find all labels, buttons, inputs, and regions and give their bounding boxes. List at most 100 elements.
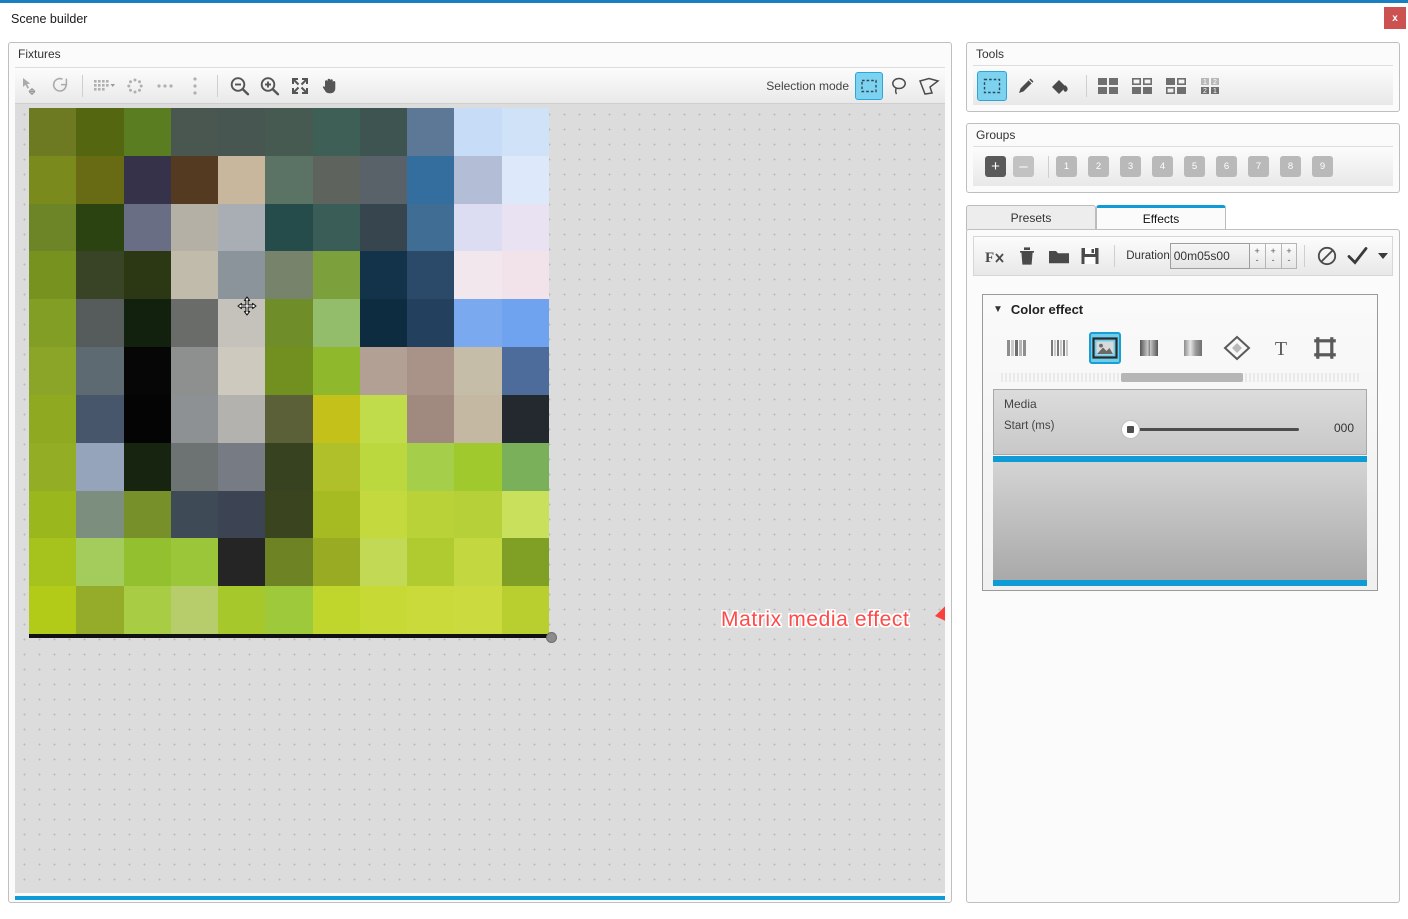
matrix-cell[interactable] — [359, 108, 408, 156]
delete-effect-icon[interactable] — [1012, 241, 1042, 271]
matrix-cell[interactable] — [123, 442, 171, 491]
matrix-cell[interactable] — [454, 586, 502, 634]
matrix-cell[interactable] — [359, 299, 408, 348]
effect-icons-scrollbar[interactable] — [1001, 373, 1361, 382]
matrix-cell[interactable] — [218, 251, 266, 300]
matrix-cell[interactable] — [265, 155, 313, 204]
matrix-cell[interactable] — [407, 299, 455, 348]
zoom-fit-icon[interactable] — [285, 70, 315, 101]
duration-seconds-spinner[interactable]: + - — [1265, 243, 1282, 269]
matrix-cell[interactable] — [123, 586, 171, 634]
text-effect-icon[interactable]: T — [1265, 332, 1297, 364]
matrix-cell[interactable] — [265, 442, 313, 491]
matrix-cell[interactable] — [501, 394, 549, 443]
matrix-cell[interactable] — [76, 538, 124, 587]
matrix-cell[interactable] — [218, 299, 266, 348]
matrix-cell[interactable] — [29, 490, 77, 539]
matrix-cell[interactable] — [359, 538, 408, 587]
matrix-cell[interactable] — [312, 490, 360, 539]
soft-bars-effect-icon[interactable] — [1133, 332, 1165, 364]
matrix-cell[interactable] — [123, 347, 171, 395]
group-button-8[interactable]: 8 — [1280, 156, 1301, 177]
duration-frames-spinner[interactable]: + - — [1281, 243, 1298, 269]
matrix-cell[interactable] — [218, 155, 266, 204]
matrix-cell[interactable] — [454, 490, 502, 539]
matrix-cell[interactable] — [359, 155, 408, 204]
matrix-cell[interactable] — [312, 394, 360, 443]
matrix-cell[interactable] — [170, 586, 219, 634]
matrix-cell[interactable] — [29, 586, 77, 634]
matrix-cell[interactable] — [76, 299, 124, 348]
matrix-cell[interactable] — [76, 490, 124, 539]
matrix-cell[interactable] — [170, 203, 219, 252]
gradient-bars-effect-icon[interactable] — [1001, 332, 1033, 364]
tab-presets[interactable]: Presets — [966, 205, 1096, 230]
matrix-cell[interactable] — [218, 490, 266, 539]
confirm-dropdown-caret[interactable] — [1376, 241, 1390, 271]
add-group-button[interactable]: + — [985, 156, 1006, 177]
matrix-cell-grid[interactable] — [29, 108, 549, 634]
matrix-cell[interactable] — [76, 203, 124, 252]
matrix-cell[interactable] — [218, 586, 266, 634]
matrix-cell[interactable] — [312, 538, 360, 587]
zoom-in-icon[interactable] — [255, 70, 285, 101]
matrix-cell[interactable] — [218, 203, 266, 252]
group-button-6[interactable]: 6 — [1216, 156, 1237, 177]
matrix-cell[interactable] — [218, 347, 266, 395]
matrix-cell[interactable] — [123, 155, 171, 204]
matrix-cell[interactable] — [29, 394, 77, 443]
matrix-cell[interactable] — [218, 108, 266, 156]
pattern-numbered-button[interactable]: 1 2 2 1 — [1196, 71, 1226, 101]
circle-layout-icon[interactable] — [120, 70, 150, 101]
pattern-all-filled-button[interactable] — [1094, 71, 1124, 101]
matrix-cell[interactable] — [123, 203, 171, 252]
matrix-cell[interactable] — [29, 203, 77, 252]
matrix-cell[interactable] — [218, 442, 266, 491]
matrix-cell[interactable] — [501, 490, 549, 539]
matrix-cell[interactable] — [407, 155, 455, 204]
matrix-cell[interactable] — [265, 251, 313, 300]
matrix-cell[interactable] — [312, 203, 360, 252]
matrix-cell[interactable] — [501, 538, 549, 587]
color-effect-header[interactable]: ▼ Color effect — [983, 295, 1377, 323]
open-folder-icon[interactable] — [1044, 241, 1074, 271]
matrix-cell[interactable] — [501, 203, 549, 252]
matrix-cell[interactable] — [265, 394, 313, 443]
paint-bucket-tool-button[interactable] — [1045, 71, 1075, 101]
matrix-media-effect-icon[interactable] — [1089, 332, 1121, 364]
group-button-1[interactable]: 1 — [1056, 156, 1077, 177]
group-button-7[interactable]: 7 — [1248, 156, 1269, 177]
rectangle-select-button[interactable] — [855, 71, 883, 100]
matrix-cell[interactable] — [501, 155, 549, 204]
matrix-cell[interactable] — [501, 299, 549, 348]
fixtures-canvas[interactable]: Matrix media effect — [15, 104, 945, 893]
collapse-caret-icon[interactable]: ▼ — [993, 304, 1003, 315]
matrix-cell[interactable] — [123, 394, 171, 443]
matrix-cell[interactable] — [454, 394, 502, 443]
matrix-cell[interactable] — [454, 299, 502, 348]
duration-input[interactable] — [1169, 243, 1250, 269]
select-move-icon[interactable] — [15, 70, 45, 101]
matrix-cell[interactable] — [170, 108, 219, 156]
matrix-cell[interactable] — [123, 108, 171, 156]
matrix-cell[interactable] — [170, 490, 219, 539]
start-ms-slider-knob[interactable] — [1121, 420, 1140, 439]
matrix-cell[interactable] — [407, 394, 455, 443]
matrix-preview[interactable] — [29, 108, 549, 638]
matrix-cell[interactable] — [170, 251, 219, 300]
matrix-cell[interactable] — [265, 490, 313, 539]
effect-preview-body[interactable] — [993, 462, 1367, 580]
matrix-cell[interactable] — [454, 203, 502, 252]
matrix-cell[interactable] — [454, 538, 502, 587]
matrix-cell[interactable] — [265, 299, 313, 348]
matrix-cell[interactable] — [76, 347, 124, 395]
matrix-cell[interactable] — [265, 586, 313, 634]
group-button-3[interactable]: 3 — [1120, 156, 1141, 177]
start-ms-slider-track[interactable] — [1139, 428, 1299, 431]
matrix-cell[interactable] — [29, 442, 77, 491]
matrix-cell[interactable] — [454, 108, 502, 156]
diamond-effect-icon[interactable] — [1221, 332, 1253, 364]
cancel-icon[interactable] — [1312, 241, 1342, 271]
matrix-cell[interactable] — [359, 586, 408, 634]
matrix-cell[interactable] — [359, 203, 408, 252]
